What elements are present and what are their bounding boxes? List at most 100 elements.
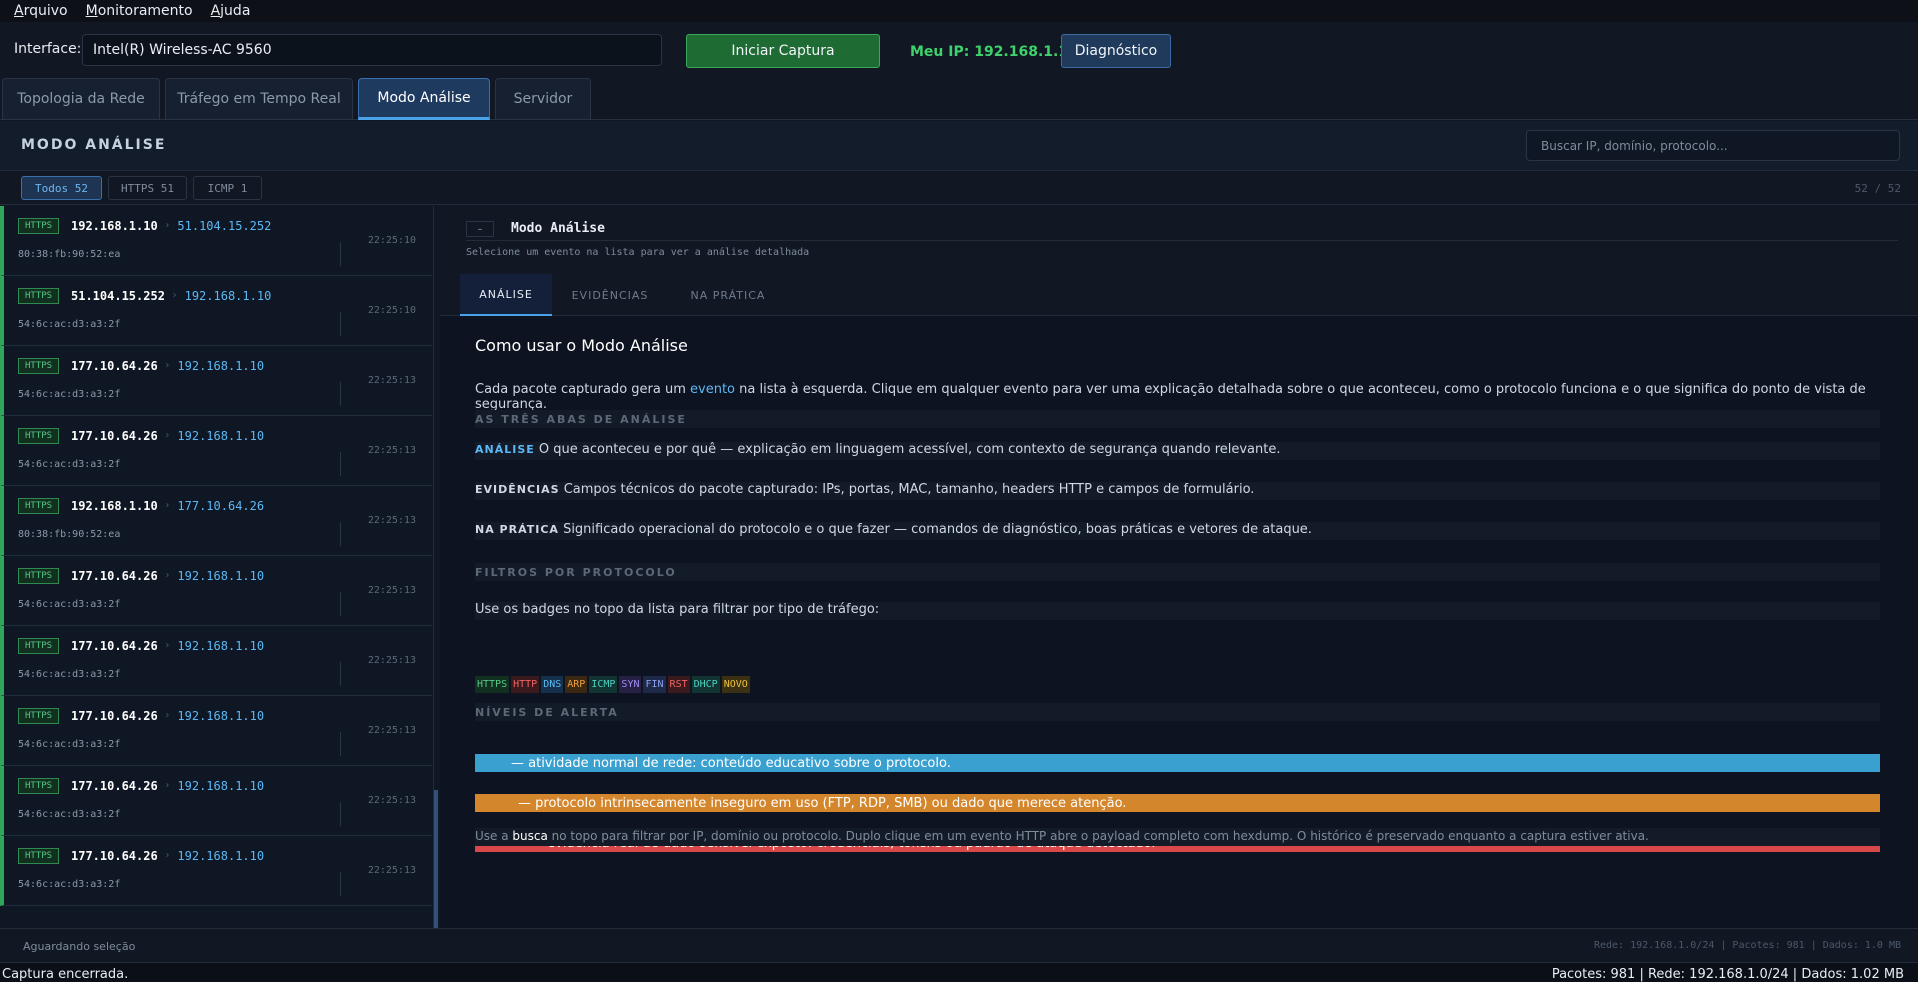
event-time: 22:25:10 (367, 305, 416, 316)
event-row[interactable]: HTTPS 51.104.15.252 › 192.168.1.10 54:6c:ac:… (0, 276, 432, 346)
protocol-badge: HTTPS (18, 568, 60, 584)
filter-https[interactable]: HTTPS 51 (108, 176, 187, 200)
badge-https: HTTPS (475, 676, 510, 693)
source-ip: 177.10.64.26 (71, 569, 158, 583)
tab1-key: ANÁLISE (475, 443, 535, 456)
divider (340, 732, 341, 756)
source-ip: 177.10.64.26 (71, 709, 158, 723)
protocol-badge: HTTPS (18, 498, 60, 514)
event-time: 22:25:13 (367, 515, 416, 526)
event-row[interactable]: HTTPS 177.10.64.26 › 192.168.1.10 54:6c:ac:d… (0, 766, 432, 836)
panel-status: Aguardando seleção Rede: 192.168.1.0/24 … (0, 928, 1918, 962)
event-row[interactable]: HTTPS 177.10.64.26 › 192.168.1.10 54:6c:ac:d… (0, 556, 432, 626)
menu-monitoramento[interactable]: Monitoramento (86, 3, 193, 19)
mac-address: 54:6c:ac:d3:a3:2f (18, 599, 121, 610)
divider (340, 312, 341, 336)
content-heading: Como usar o Modo Análise (475, 336, 688, 355)
interface-label: Interface: (14, 41, 82, 57)
divider (340, 662, 341, 686)
tab-na-pratica[interactable]: NA PRÁTICA (668, 274, 788, 316)
arrow-icon: › (165, 640, 170, 651)
event-time: 22:25:13 (367, 865, 416, 876)
start-capture-button[interactable]: Iniciar Captura (686, 34, 880, 68)
mac-address: 54:6c:ac:d3:a3:2f (18, 669, 121, 680)
tab2-description: EVIDÊNCIAS Campos técnicos do pacote cap… (475, 482, 1254, 497)
filter-todos[interactable]: Todos 52 (21, 176, 102, 200)
section-heading-filters: FILTROS POR PROTOCOLO (475, 563, 1880, 581)
arrow-icon: › (165, 220, 170, 231)
search-input[interactable]: Buscar IP, domínio, protocolo... (1526, 130, 1900, 161)
status-left: Captura encerrada. (2, 967, 129, 982)
event-row[interactable]: HTTPS 177.10.64.26 › 192.168.1.10 54:6c:ac:d… (0, 696, 432, 766)
tab-servidor[interactable]: Servidor (495, 78, 591, 120)
event-row[interactable]: HTTPS 177.10.64.26 › 192.168.1.10 54:6c:ac:d… (0, 626, 432, 696)
event-row[interactable]: HTTPS 192.168.1.10 › 177.10.64.26 80:38:fb:9… (0, 486, 432, 556)
mac-address: 54:6c:ac:d3:a3:2f (18, 809, 121, 820)
mac-address: 80:38:fb:90:52:ea (18, 249, 121, 260)
intro-highlight: evento (690, 382, 736, 397)
source-ip: 51.104.15.252 (71, 289, 165, 303)
alert-level-2: — protocolo intrinsecamente inseguro em … (475, 794, 1880, 812)
badge-fin: FIN (643, 676, 666, 693)
status-bar: Captura encerrada. Pacotes: 981 | Rede: … (0, 962, 1918, 982)
event-row[interactable]: HTTPS 192.168.1.10 › 51.104.15.252 80:38:fb:… (0, 206, 432, 276)
event-count: 52 / 52 (1854, 182, 1901, 195)
filter-bar: Todos 52 HTTPS 51 ICMP 1 52 / 52 (0, 171, 1918, 205)
divider (340, 242, 341, 266)
arrow-icon: › (172, 290, 177, 301)
divider (340, 522, 341, 546)
menu-arquivo[interactable]: Arquivo (14, 3, 68, 19)
source-ip: 192.168.1.10 (71, 499, 158, 513)
section-heading-alerts: NÍVEIS DE ALERTA (475, 703, 1880, 721)
filter-icmp[interactable]: ICMP 1 (193, 176, 262, 200)
mac-address: 80:38:fb:90:52:ea (18, 529, 121, 540)
detail-header: – Modo Análise Selecione um evento na li… (440, 206, 1918, 274)
tab3-description: NA PRÁTICA Significado operacional do pr… (475, 522, 1312, 537)
section-heading-tabs: AS TRÊS ABAS DE ANÁLISE (475, 410, 1880, 428)
destination-ip: 192.168.1.10 (177, 569, 265, 583)
analysis-content: Como usar o Modo Análise Cada pacote cap… (440, 316, 1918, 928)
tab-trafego[interactable]: Tráfego em Tempo Real (165, 78, 353, 120)
tab-modo-analise[interactable]: Modo Análise (358, 78, 490, 120)
detail-title: Modo Análise (511, 221, 605, 236)
collapse-button[interactable]: – (466, 221, 494, 237)
tab-analise[interactable]: ANÁLISE (460, 274, 552, 316)
toolbar: Interface: Intel(R) Wireless-AC 9560 Ini… (0, 22, 1918, 76)
tab1-description: ANÁLISE O que aconteceu e por quê — expl… (475, 442, 1281, 457)
interface-select[interactable]: Intel(R) Wireless-AC 9560 (82, 34, 662, 66)
mac-address: 54:6c:ac:d3:a3:2f (18, 389, 121, 400)
list-scrollbar[interactable] (434, 790, 438, 928)
network-stats: Rede: 192.168.1.0/24 | Pacotes: 981 | Da… (1593, 940, 1901, 951)
menu-ajuda[interactable]: Ajuda (211, 3, 251, 19)
destination-ip: 192.168.1.10 (177, 709, 265, 723)
divider (340, 382, 341, 406)
tab-evidencias[interactable]: EVIDÊNCIAS (555, 274, 665, 316)
status-right: Pacotes: 981 | Rede: 192.168.1.0/24 | Da… (1551, 967, 1904, 982)
detail-subtitle: Selecione um evento na lista para ver a … (466, 247, 810, 258)
event-time: 22:25:10 (367, 235, 416, 246)
intro-text-a: Cada pacote capturado gera um (475, 382, 691, 397)
badge-rst: RST (667, 676, 690, 693)
arrow-icon: › (165, 570, 170, 581)
badge-dhcp: DHCP (691, 676, 720, 693)
event-row[interactable]: HTTPS 177.10.64.26 › 192.168.1.10 54:6c:ac:d… (0, 836, 432, 906)
mac-address: 54:6c:ac:d3:a3:2f (18, 319, 121, 330)
event-row[interactable]: HTTPS 177.10.64.26 › 192.168.1.10 54:6c:ac:d… (0, 346, 432, 416)
tab-topologia[interactable]: Topologia da Rede (2, 78, 160, 120)
source-ip: 177.10.64.26 (71, 359, 158, 373)
diagnostic-button[interactable]: Diagnóstico (1061, 34, 1171, 68)
menu-bar: Arquivo Monitoramento Ajuda (0, 0, 1918, 22)
badge-http: HTTP (511, 676, 540, 693)
protocol-badge: HTTPS (18, 358, 60, 374)
badge-syn: SYN (619, 676, 642, 693)
protocol-badge: HTTPS (18, 218, 60, 234)
protocol-badge: HTTPS (18, 778, 60, 794)
destination-ip: 192.168.1.10 (184, 289, 272, 303)
panel-header: MODO ANÁLISE Buscar IP, domínio, protoco… (0, 121, 1918, 171)
destination-ip: 177.10.64.26 (177, 499, 265, 513)
tab2-key: EVIDÊNCIAS (475, 483, 560, 496)
divider (340, 802, 341, 826)
event-list: HTTPS 192.168.1.10 › 51.104.15.252 80:38:fb:… (0, 206, 434, 928)
event-row[interactable]: HTTPS 177.10.64.26 › 192.168.1.10 54:6c:ac:d… (0, 416, 432, 486)
divider (340, 452, 341, 476)
